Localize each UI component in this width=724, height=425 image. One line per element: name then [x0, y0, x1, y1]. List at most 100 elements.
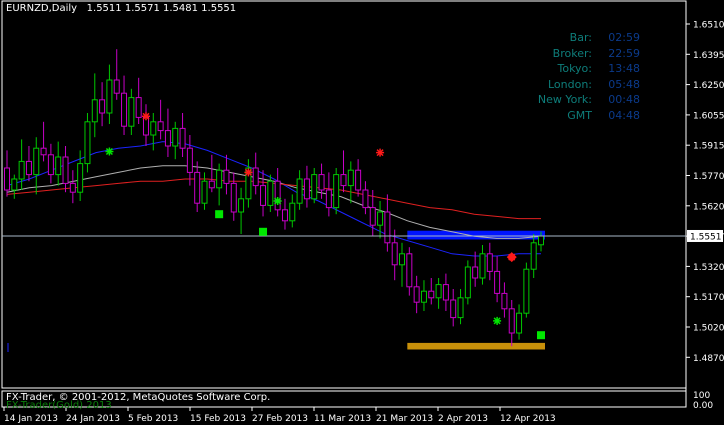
session-row: London: 05:48	[540, 77, 640, 93]
sell-signal-marker	[141, 112, 150, 121]
candle-body	[450, 299, 457, 319]
chart-window[interactable]: 1.6510 1.6395 1.6250 1.6055 1.5915 1.5770 1.56…	[0, 0, 724, 425]
time-tick-label: 5 Feb 2013	[128, 414, 178, 424]
candle-body	[267, 180, 274, 206]
session-label: London:	[547, 77, 592, 91]
square-marker	[537, 331, 545, 340]
support-zone	[407, 342, 545, 350]
candle-body	[501, 292, 508, 310]
candle-body	[25, 160, 32, 176]
buy-signal-marker	[105, 147, 114, 156]
candle-body	[150, 121, 157, 136]
time-tick-label: 2 Apr 2013	[438, 414, 488, 424]
ohlc-readout: 1.5511 1.5571 1.5481 1.5551	[86, 3, 237, 14]
session-row: GMT 04:48	[540, 108, 640, 124]
candle-body	[377, 211, 384, 226]
candle-body	[355, 169, 362, 191]
candle-body	[399, 253, 406, 266]
current-price-label: 1.5551	[690, 232, 722, 242]
candle-body	[442, 284, 449, 301]
subwindow-max-label: 100	[693, 391, 710, 401]
candle-body	[69, 182, 76, 193]
price-tick-label: 1.5170	[693, 293, 724, 303]
time-tick-label: 24 Jan 2013	[66, 414, 120, 424]
candle-body	[128, 97, 135, 127]
candle-body	[62, 156, 69, 184]
session-row: Broker: 22:59	[540, 46, 640, 62]
candle-body	[4, 167, 10, 191]
square-marker	[215, 210, 224, 219]
mid-ma-line	[6, 165, 542, 239]
candle-body	[194, 171, 201, 204]
candle-body	[494, 270, 501, 294]
session-label: New York:	[537, 93, 592, 106]
candle-body	[238, 198, 245, 213]
price-tick-label: 1.5020	[693, 324, 724, 334]
candle-body	[77, 163, 84, 193]
candle-body	[457, 297, 464, 319]
session-row: Tokyo: 13:48	[540, 61, 640, 77]
candle-body	[413, 286, 420, 303]
candle-body	[420, 290, 427, 303]
slow-ma-line	[6, 178, 541, 220]
session-row: New York: 00:48	[537, 92, 640, 108]
session-clock-panel: Bar: 02:59 Broker: 22:59 Tokyo: 13:48 Lo…	[537, 30, 640, 124]
candle-body	[113, 79, 120, 94]
session-row: Bar: 02:59	[540, 30, 640, 46]
price-tick-label: 1.5620	[693, 202, 724, 212]
candle-body	[121, 92, 128, 127]
diamond-marker	[506, 252, 517, 263]
candle-body	[33, 147, 40, 176]
candle-body	[391, 242, 398, 266]
candle-body	[11, 178, 18, 191]
candle-body	[289, 202, 296, 222]
candle-body	[303, 178, 310, 200]
candle-body	[472, 266, 479, 279]
candle-body	[55, 156, 62, 176]
session-label: Bar:	[569, 31, 592, 44]
candle-body	[179, 127, 186, 149]
candle-body	[508, 308, 515, 334]
candle-body	[516, 312, 523, 334]
time-tick-label: 14 Jan 2013	[4, 414, 58, 424]
candle-body	[18, 160, 25, 180]
candle-body	[201, 180, 208, 204]
candle-body	[40, 147, 47, 156]
candle-body	[274, 180, 281, 211]
candle-body	[47, 154, 54, 176]
symbol-header: EURNZD,Daily 1.5511 1.5571 1.5481 1.5551	[6, 3, 236, 14]
candle-body	[369, 207, 376, 226]
candle-body	[91, 99, 98, 123]
candle-body	[216, 169, 223, 189]
candle-body	[384, 211, 391, 244]
square-marker	[259, 227, 268, 236]
subwindow-min-label: 0.00	[693, 401, 713, 411]
candle-body	[464, 266, 471, 299]
candle-body	[406, 253, 413, 288]
candle-body	[340, 174, 347, 187]
candle-body	[223, 169, 230, 184]
time-tick-label: 11 Mar 2013	[314, 414, 371, 424]
candle-body	[325, 189, 332, 209]
candle-body	[538, 235, 544, 246]
session-time: 02:59	[608, 31, 640, 44]
session-time: 22:59	[608, 46, 640, 60]
price-tick-label: 1.6055	[693, 111, 724, 121]
candle-body	[281, 209, 288, 222]
candle-body	[435, 284, 442, 299]
session-time: 04:48	[608, 108, 640, 122]
session-time: 00:48	[608, 93, 640, 106]
time-tick-label: 27 Feb 2013	[252, 414, 308, 424]
candle-body	[164, 130, 171, 147]
candle-body	[157, 121, 164, 132]
candle-body	[347, 169, 354, 187]
candle-body	[84, 121, 91, 165]
time-tick-label: 21 Mar 2013	[376, 414, 433, 424]
candle-body	[135, 97, 142, 118]
candle-body	[333, 174, 340, 209]
session-label: GMT	[567, 108, 592, 122]
symbol-label: EURNZD,Daily	[6, 3, 78, 14]
candle-body	[230, 182, 237, 213]
session-label: Tokyo:	[557, 62, 592, 75]
candle-body	[99, 99, 106, 114]
